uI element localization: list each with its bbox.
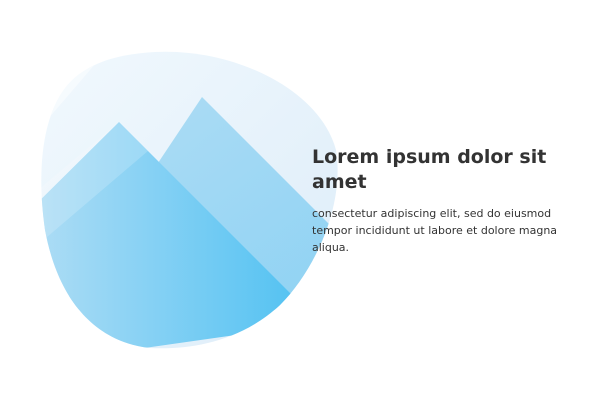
hero-text: Lorem ipsum dolor sit amet consectetur a…	[312, 145, 572, 256]
hero-description: consectetur adipiscing elit, sed do eius…	[312, 207, 558, 254]
blob-shape	[41, 51, 338, 349]
hero-title: Lorem ipsum dolor sit amet	[312, 146, 547, 193]
page: Lorem ipsum dolor sit amet consectetur a…	[0, 0, 600, 400]
